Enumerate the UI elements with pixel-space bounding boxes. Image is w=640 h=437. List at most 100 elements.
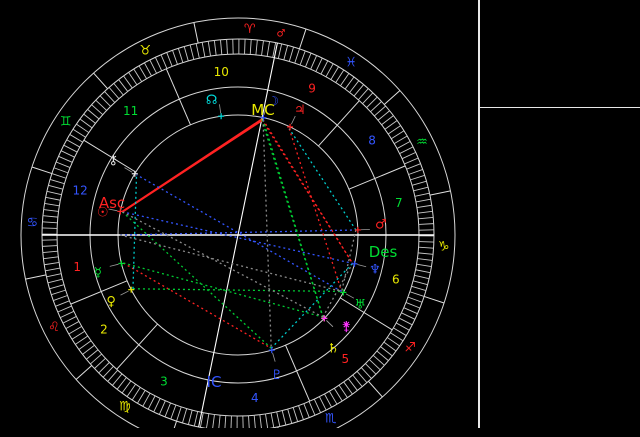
- degree-tick: [66, 321, 79, 328]
- mercury-pointer-line: [110, 264, 119, 266]
- degree-tick: [369, 360, 380, 370]
- degree-tick: [309, 401, 315, 415]
- degree-tick: [220, 40, 221, 55]
- sign-aquarius-icon: ♒: [416, 135, 428, 150]
- degree-tick: [190, 45, 194, 60]
- degree-tick: [278, 44, 281, 59]
- degree-tick: [321, 61, 328, 74]
- sign-aries-icon: ♈: [244, 22, 256, 37]
- degree-tick: [94, 358, 105, 368]
- aspect-line-quincunx: [122, 212, 323, 317]
- aspect-line-trine: [262, 119, 323, 317]
- degree-tick: [64, 145, 77, 152]
- degree-tick: [413, 281, 428, 285]
- astrolog-app-window: { "app": {"title": "Astrolog 5.41G"}, "h…: [0, 0, 640, 428]
- degree-tick: [316, 58, 322, 72]
- degree-tick: [353, 375, 363, 387]
- degree-tick: [80, 119, 92, 128]
- house-number-6: 6: [392, 273, 400, 287]
- degree-tick: [44, 210, 59, 212]
- venus-pointer-line: [121, 291, 129, 295]
- degree-tick: [47, 191, 62, 194]
- degree-tick: [219, 415, 220, 428]
- house-cusp-line: [166, 69, 190, 125]
- axis-label-ic: IC: [207, 373, 222, 391]
- degree-tick: [404, 158, 418, 164]
- degree-tick: [73, 129, 86, 137]
- house-number-3: 3: [160, 374, 168, 388]
- degree-tick: [288, 409, 292, 423]
- degree-tick: [407, 164, 421, 169]
- degree-tick: [184, 47, 188, 61]
- degree-tick: [96, 100, 107, 110]
- house-number-2: 2: [100, 322, 108, 336]
- degree-tick: [401, 313, 415, 319]
- aspect-line-quincunx: [263, 120, 271, 349]
- sign-cusp-line: [384, 91, 400, 105]
- degree-tick: [76, 124, 88, 132]
- sign-cancer-icon: ♋: [27, 216, 39, 231]
- sign-scorpio-icon: ♏: [325, 411, 337, 426]
- degree-tick: [345, 77, 354, 89]
- aspect-line-trine: [122, 212, 271, 348]
- house-number-7: 7: [395, 196, 403, 210]
- degree-tick: [100, 96, 111, 107]
- house-cusp-line: [318, 101, 359, 146]
- degree-tick: [206, 414, 208, 428]
- degree-tick: [367, 97, 378, 108]
- degree-tick: [92, 105, 103, 115]
- pluto-glyph-icon: ♇: [271, 368, 283, 383]
- degree-tick: [129, 72, 137, 84]
- degree-tick: [99, 362, 110, 373]
- degree-tick: [265, 414, 267, 428]
- degree-tick: [43, 216, 58, 217]
- degree-tick: [114, 83, 124, 95]
- info-panel: Astrolog 5.41G Sun 29 June 1986 7:00:00 …: [479, 0, 640, 428]
- degree-tick: [267, 42, 269, 57]
- degree-tick: [60, 311, 74, 317]
- degree-tick: [202, 42, 205, 57]
- degree-tick: [58, 156, 72, 162]
- house-number-5: 5: [341, 352, 349, 366]
- degree-tick: [416, 199, 431, 202]
- degree-tick: [374, 106, 385, 116]
- degree-tick: [214, 40, 216, 55]
- degree-tick: [72, 331, 85, 339]
- degree-tick: [254, 415, 255, 428]
- degree-tick: [231, 416, 232, 428]
- degree-tick: [358, 89, 368, 100]
- degree-tick: [148, 396, 155, 409]
- degree-tick: [391, 131, 404, 139]
- house-number-8: 8: [368, 134, 376, 148]
- degree-tick: [324, 394, 331, 407]
- degree-tick: [132, 387, 140, 400]
- degree-tick: [354, 85, 364, 97]
- degree-tick: [178, 48, 183, 62]
- aspect-line-opposition: [137, 175, 342, 292]
- sign-cusp-line: [430, 191, 451, 195]
- degree-tick: [86, 350, 98, 360]
- degree-tick: [319, 397, 326, 410]
- degree-tick: [45, 268, 60, 271]
- aspect-line-square: [262, 119, 353, 263]
- degree-tick: [55, 301, 69, 306]
- degree-tick: [311, 55, 317, 69]
- degree-tick: [340, 73, 348, 85]
- degree-tick: [137, 390, 145, 403]
- sign-sagittarius-icon: ♐: [404, 341, 416, 356]
- degree-tick: [208, 41, 210, 56]
- degree-tick: [109, 87, 119, 98]
- axis-label-asc: Asc: [99, 194, 125, 212]
- aspect-line-quincunx: [120, 235, 342, 291]
- degree-tick: [419, 224, 434, 225]
- degree-tick: [277, 412, 280, 427]
- degree-tick: [365, 364, 376, 375]
- degree-tick: [371, 102, 382, 112]
- degree-tick: [336, 70, 344, 83]
- degree-tick: [416, 270, 431, 273]
- degree-tick: [410, 175, 424, 180]
- degree-tick: [326, 64, 333, 77]
- degree-tick: [300, 51, 305, 65]
- degree-tick: [48, 185, 63, 189]
- degree-tick: [69, 326, 82, 334]
